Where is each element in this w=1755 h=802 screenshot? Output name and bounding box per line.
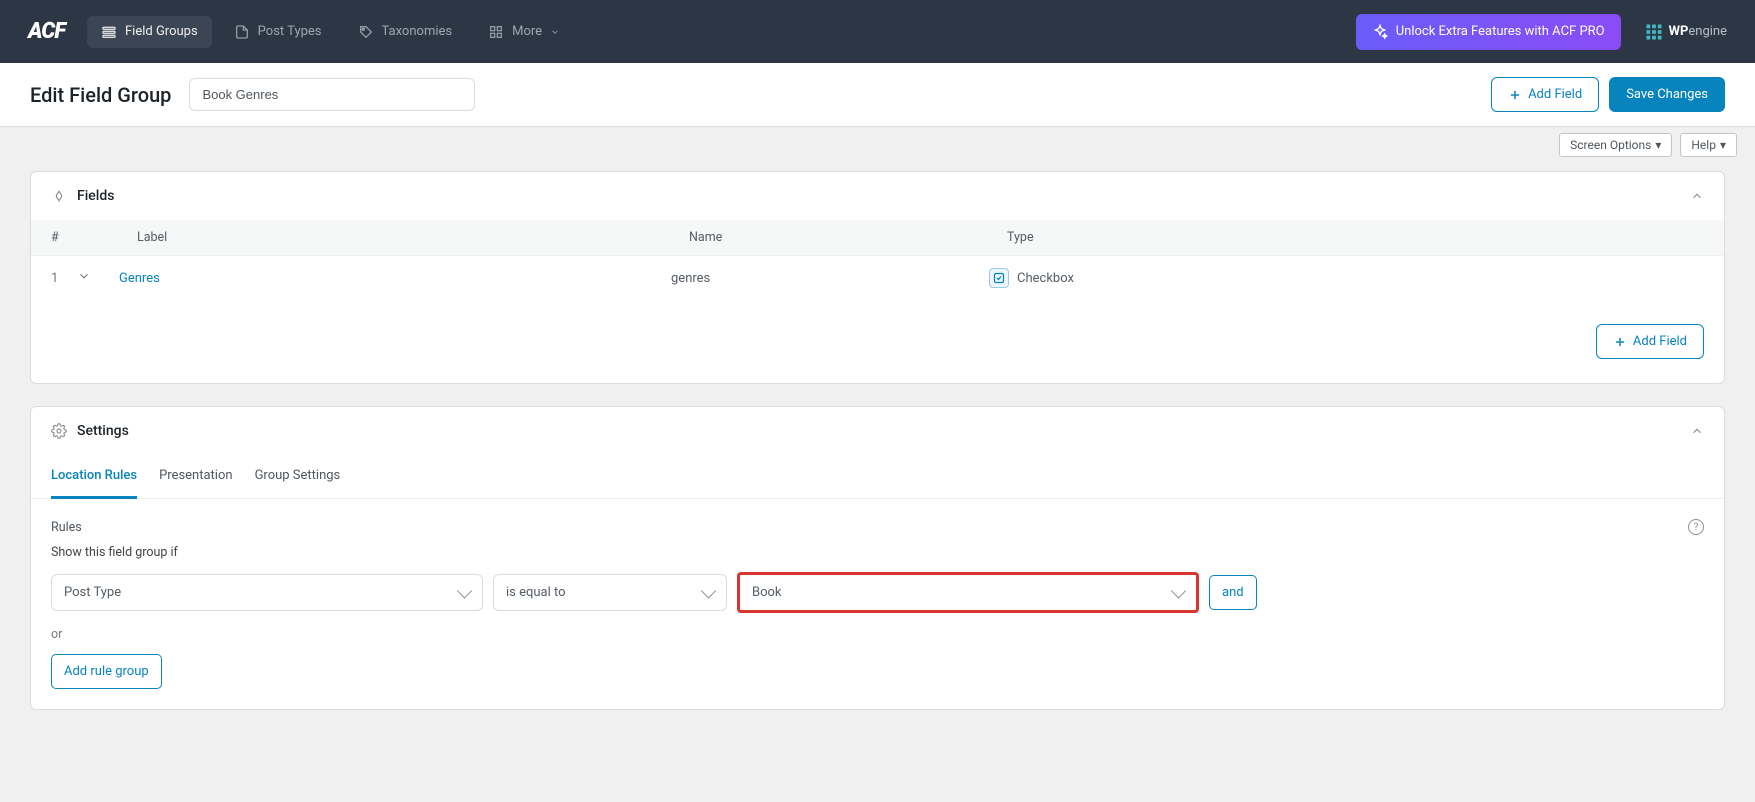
field-row[interactable]: 1 Genres genres Checkbox [31, 255, 1724, 300]
plus-icon [1613, 335, 1627, 349]
rule-operator-select[interactable]: is equal to [493, 574, 727, 611]
col-num: # [51, 230, 95, 245]
show-if-label: Show this field group if [51, 545, 1704, 560]
grid-icon [488, 24, 504, 40]
chevron-down-icon [550, 27, 560, 37]
nav-label: Taxonomies [382, 24, 453, 39]
list-icon [101, 24, 117, 40]
settings-panel: Settings Location Rules Presentation Gro… [30, 406, 1725, 710]
nav-label: Field Groups [125, 24, 198, 39]
nav-post-types[interactable]: Post Types [220, 16, 336, 48]
rules-heading: Rules [51, 520, 82, 535]
tab-group-settings[interactable]: Group Settings [255, 455, 341, 498]
add-field-button[interactable]: Add Field [1491, 77, 1599, 112]
add-rule-group-button[interactable]: Add rule group [51, 654, 162, 689]
acf-logo: ACF [28, 19, 65, 44]
panel-title: Fields [77, 188, 114, 204]
nav-taxonomies[interactable]: Taxonomies [344, 16, 467, 48]
save-changes-button[interactable]: Save Changes [1609, 77, 1725, 112]
add-field-label: Add Field [1528, 87, 1582, 102]
page-header: Edit Field Group Add Field Save Changes [0, 63, 1755, 127]
sparkle-icon [1372, 24, 1388, 40]
field-group-title-input[interactable] [189, 78, 475, 111]
utility-row: Screen Options ▾ Help ▾ [0, 127, 1755, 157]
unlock-label: Unlock Extra Features with ACF PRO [1396, 24, 1605, 39]
document-icon [234, 24, 250, 40]
rule-value-select[interactable]: Book [740, 575, 1196, 610]
checkbox-icon [989, 268, 1009, 288]
panel-title: Settings [77, 423, 129, 439]
nav-more[interactable]: More [474, 16, 574, 48]
gear-icon [51, 423, 67, 439]
chevron-down-icon [77, 269, 91, 283]
add-field-button-bottom[interactable]: Add Field [1596, 324, 1704, 359]
settings-tabs: Location Rules Presentation Group Settin… [31, 455, 1724, 499]
page-title: Edit Field Group [30, 83, 171, 107]
location-rule-row: Post Type is equal to Book and [51, 572, 1704, 613]
field-label-link[interactable]: Genres [119, 271, 160, 286]
wpengine-link[interactable]: WPengine [1645, 23, 1727, 41]
nav-label: Post Types [258, 24, 322, 39]
screen-options-button[interactable]: Screen Options ▾ [1559, 133, 1672, 157]
nav-label: More [512, 24, 542, 39]
plus-icon [1508, 88, 1522, 102]
wpengine-label: WPengine [1669, 24, 1727, 39]
sparkle-icon [51, 188, 67, 204]
fields-column-header: # Label Name Type [31, 220, 1724, 255]
col-type: Type [1007, 230, 1704, 245]
add-field-label: Add Field [1633, 334, 1687, 349]
col-name: Name [689, 230, 1007, 245]
rule-value-highlight: Book [737, 572, 1199, 613]
wpengine-icon [1645, 23, 1663, 41]
help-button[interactable]: Help ▾ [1680, 133, 1737, 157]
caret-down-icon: ▾ [1720, 138, 1726, 152]
save-label: Save Changes [1626, 87, 1708, 102]
fields-panel: Fields # Label Name Type 1 Genres genres… [30, 171, 1725, 384]
top-nav: ACF Field Groups Post Types Taxonomies M… [0, 0, 1755, 63]
unlock-pro-button[interactable]: Unlock Extra Features with ACF PRO [1356, 14, 1621, 50]
nav-field-groups[interactable]: Field Groups [87, 16, 212, 48]
or-label: or [51, 627, 1704, 642]
expand-toggle[interactable] [77, 269, 95, 287]
chevron-up-icon[interactable] [1690, 189, 1704, 203]
tag-icon [358, 24, 374, 40]
chevron-up-icon[interactable] [1690, 424, 1704, 438]
field-name: genres [671, 271, 989, 286]
tab-presentation[interactable]: Presentation [159, 455, 233, 498]
col-label: Label [137, 230, 689, 245]
field-order: 1 [51, 271, 77, 286]
and-button[interactable]: and [1209, 575, 1257, 610]
field-type-label: Checkbox [1017, 271, 1074, 286]
tab-location-rules[interactable]: Location Rules [51, 455, 137, 499]
help-icon[interactable]: ? [1688, 519, 1704, 535]
caret-down-icon: ▾ [1655, 138, 1661, 152]
rule-param-select[interactable]: Post Type [51, 574, 483, 611]
